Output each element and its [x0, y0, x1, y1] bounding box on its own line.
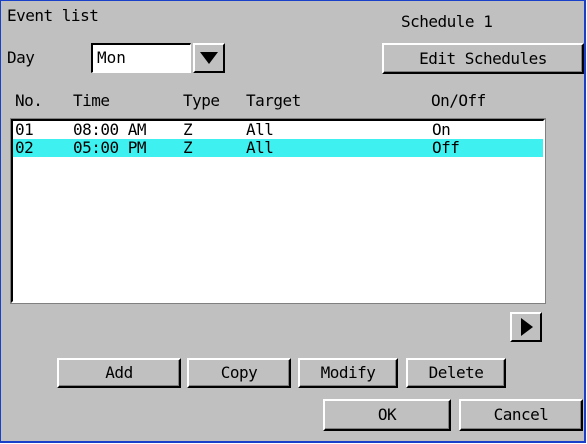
event-cell-time: 05:00 PM [73, 138, 147, 157]
cancel-button[interactable]: Cancel [459, 399, 583, 431]
day-select-field[interactable]: Mon [91, 43, 191, 73]
window-title: Event list [7, 6, 99, 25]
column-header-onoff: On/Off [431, 91, 486, 110]
column-header-type: Type [183, 91, 220, 110]
event-list[interactable]: 01 08:00 AM Z All On 02 05:00 PM Z All Off [10, 118, 546, 304]
event-cell-no: 02 [15, 138, 34, 157]
event-cell-time: 08:00 AM [73, 120, 147, 139]
event-cell-type: Z [183, 138, 193, 157]
triangle-right-icon [521, 318, 533, 336]
delete-button[interactable]: Delete [406, 358, 506, 388]
add-button[interactable]: Add [57, 358, 181, 388]
event-cell-onoff: Off [432, 138, 460, 157]
event-cell-onoff: On [432, 120, 451, 139]
day-label: Day [7, 48, 35, 67]
event-cell-type: Z [183, 120, 193, 139]
modify-button[interactable]: Modify [298, 358, 398, 388]
event-list-window: Event list Schedule 1 Day Mon Edit Sched… [0, 0, 586, 443]
scroll-right-button[interactable] [510, 312, 542, 342]
event-row[interactable]: 02 05:00 PM Z All Off [13, 139, 543, 157]
ok-button[interactable]: OK [323, 399, 451, 431]
copy-button[interactable]: Copy [187, 358, 291, 388]
column-header-time: Time [73, 91, 110, 110]
column-header-no: No. [15, 91, 43, 110]
event-cell-no: 01 [15, 120, 34, 139]
day-dropdown-button[interactable] [193, 43, 225, 73]
event-row[interactable]: 01 08:00 AM Z All On [13, 121, 543, 139]
day-select-value: Mon [97, 48, 126, 67]
event-cell-target: All [246, 138, 274, 157]
edit-schedules-button[interactable]: Edit Schedules [382, 43, 584, 74]
event-cell-target: All [246, 120, 274, 139]
column-header-target: Target [246, 91, 301, 110]
triangle-down-icon [200, 52, 218, 64]
schedule-label: Schedule 1 [401, 12, 493, 31]
